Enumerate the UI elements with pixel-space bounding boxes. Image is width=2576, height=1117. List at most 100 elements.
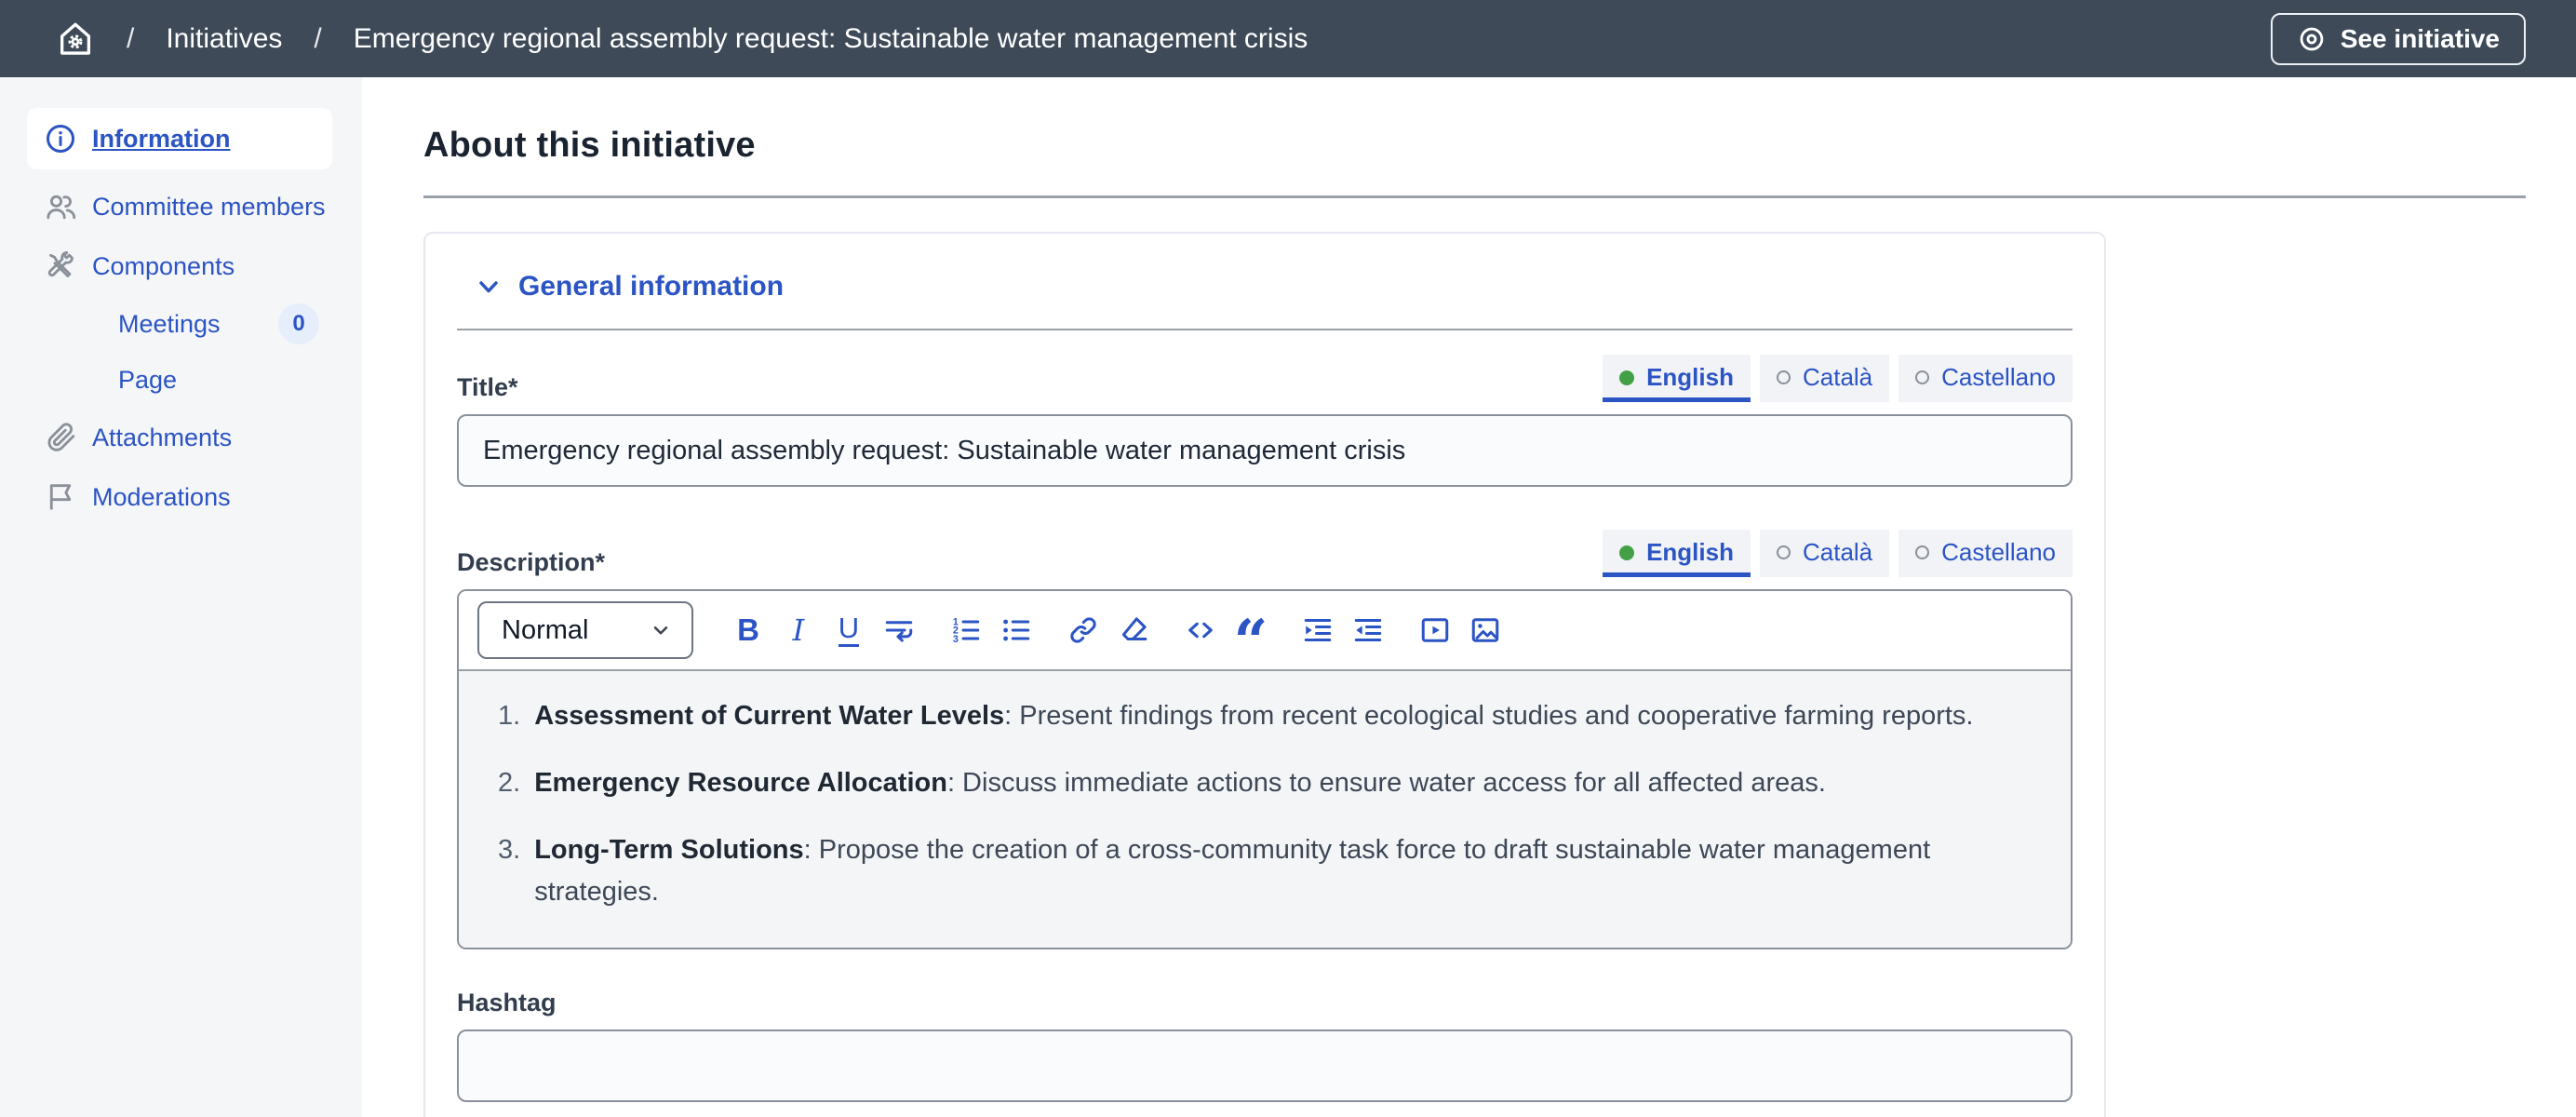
language-filled-dot-icon (1619, 545, 1634, 560)
language-empty-dot-icon (1777, 370, 1791, 384)
language-tab-catala[interactable]: Català (1760, 355, 1889, 402)
italic-icon: I (793, 612, 805, 648)
sidebar-item-label: Committee members (92, 193, 326, 222)
main-content: About this initiative General informatio… (362, 77, 2576, 1117)
sidebar-item-label: Attachments (92, 424, 232, 452)
breadcrumb-separator: / (127, 23, 134, 55)
home-link[interactable] (56, 20, 95, 59)
indent-increase-button[interactable] (1293, 605, 1343, 655)
paragraph-style-dropdown[interactable]: Normal (477, 601, 693, 659)
sidebar-item-label: Components (92, 252, 235, 281)
language-tab-label: Català (1803, 363, 1872, 392)
ordered-list-button[interactable]: 1 2 3 (941, 605, 991, 655)
language-tab-label: Català (1803, 538, 1872, 567)
language-empty-dot-icon (1915, 370, 1929, 384)
general-information-toggle[interactable]: General information (457, 271, 2073, 303)
section-divider (457, 329, 2073, 330)
paperclip-icon (44, 421, 77, 454)
title-label: Title* (457, 373, 518, 402)
svg-text:3: 3 (953, 634, 959, 645)
indent-increase-icon (1301, 613, 1335, 647)
language-tab-castellano[interactable]: Castellano (1898, 530, 2073, 577)
quote-icon: “ (1234, 601, 1268, 658)
sidebar-item-moderations[interactable]: Moderations (0, 467, 362, 527)
language-tab-catala[interactable]: Català (1760, 530, 1889, 577)
bold-button[interactable]: B (723, 605, 773, 655)
sidebar-item-label: Moderations (92, 483, 231, 512)
text-wrap-icon (882, 613, 916, 647)
see-initiative-label: See initiative (2341, 24, 2500, 54)
indent-decrease-button[interactable] (1343, 605, 1393, 655)
ordered-list-icon: 1 2 3 (949, 613, 983, 647)
indent-decrease-icon (1351, 613, 1385, 647)
info-icon (44, 122, 77, 155)
format-clear-button[interactable] (1108, 605, 1159, 655)
language-tab-label: English (1646, 363, 1734, 392)
language-tab-castellano[interactable]: Castellano (1898, 355, 2073, 402)
image-button[interactable] (1460, 605, 1510, 655)
image-icon (1469, 613, 1502, 647)
list-item: 2. Emergency Resource Allocation: Discus… (498, 762, 2043, 804)
rich-text-editor: Normal B I U (457, 589, 2073, 949)
language-tab-label: Castellano (1941, 363, 2056, 392)
italic-button[interactable]: I (773, 605, 824, 655)
sidebar-item-committee-members[interactable]: Committee members (0, 177, 362, 236)
language-tab-english[interactable]: English (1603, 530, 1751, 577)
language-tab-label: Castellano (1941, 538, 2056, 567)
description-label: Description* (457, 548, 605, 577)
flag-icon (44, 480, 77, 514)
sidebar: Information Committee members Components… (0, 77, 362, 1117)
sidebar-item-components[interactable]: Components (0, 236, 362, 296)
general-information-card: General information Title* English Catal… (423, 232, 2106, 1117)
sidebar-item-page[interactable]: Page (0, 352, 362, 408)
heading-divider (423, 195, 2526, 198)
list-item: 1. Assessment of Current Water Levels: P… (498, 695, 2043, 737)
unordered-list-icon (1000, 613, 1033, 647)
hashtag-input[interactable] (457, 1030, 2073, 1102)
list-number: 2. (498, 762, 520, 804)
language-filled-dot-icon (1619, 370, 1634, 385)
unordered-list-button[interactable] (991, 605, 1041, 655)
code-icon (1184, 613, 1217, 647)
eraser-icon (1117, 613, 1150, 647)
bold-icon: B (737, 612, 759, 648)
sidebar-item-information[interactable]: Information (27, 108, 332, 169)
language-empty-dot-icon (1777, 545, 1791, 559)
sidebar-item-label: Information (92, 125, 231, 154)
title-input[interactable] (457, 414, 2073, 487)
language-empty-dot-icon (1915, 545, 1929, 559)
tools-icon (44, 249, 77, 283)
breadcrumb-separator: / (314, 23, 321, 55)
underline-button[interactable]: U (824, 605, 874, 655)
sidebar-item-label: Page (118, 366, 177, 395)
list-item: 3. Long-Term Solutions: Propose the crea… (498, 829, 2043, 913)
paragraph-style-value: Normal (502, 615, 588, 646)
sidebar-item-attachments[interactable]: Attachments (0, 408, 362, 467)
text-wrap-button[interactable] (874, 605, 924, 655)
link-icon (1067, 613, 1100, 647)
chevron-down-icon (474, 272, 503, 302)
section-title: General information (518, 271, 784, 303)
title-language-tabs: English Català Castellano (1603, 355, 2073, 402)
link-button[interactable] (1058, 605, 1108, 655)
home-gear-icon (56, 20, 95, 59)
chevron-down-icon (649, 618, 673, 642)
video-embed-button[interactable] (1410, 605, 1460, 655)
description-language-tabs: English Català Castellano (1603, 530, 2073, 577)
list-number: 3. (498, 829, 520, 913)
underline-icon: U (839, 613, 859, 647)
sidebar-item-meetings[interactable]: Meetings 0 (0, 296, 362, 352)
editor-toolbar: Normal B I U (459, 591, 2071, 671)
code-view-button[interactable] (1175, 605, 1226, 655)
language-tab-label: English (1646, 538, 1734, 567)
blockquote-button[interactable]: “ (1226, 605, 1276, 655)
eye-icon (2297, 24, 2327, 54)
meetings-count-badge: 0 (278, 303, 319, 344)
editor-content[interactable]: 1. Assessment of Current Water Levels: P… (459, 671, 2071, 948)
language-tab-english[interactable]: English (1603, 355, 1751, 402)
video-icon (1418, 613, 1452, 647)
see-initiative-button[interactable]: See initiative (2271, 13, 2526, 65)
breadcrumb-initiatives[interactable]: Initiatives (166, 23, 282, 55)
hashtag-label: Hashtag (457, 989, 557, 1017)
sidebar-item-label: Meetings (118, 310, 221, 339)
